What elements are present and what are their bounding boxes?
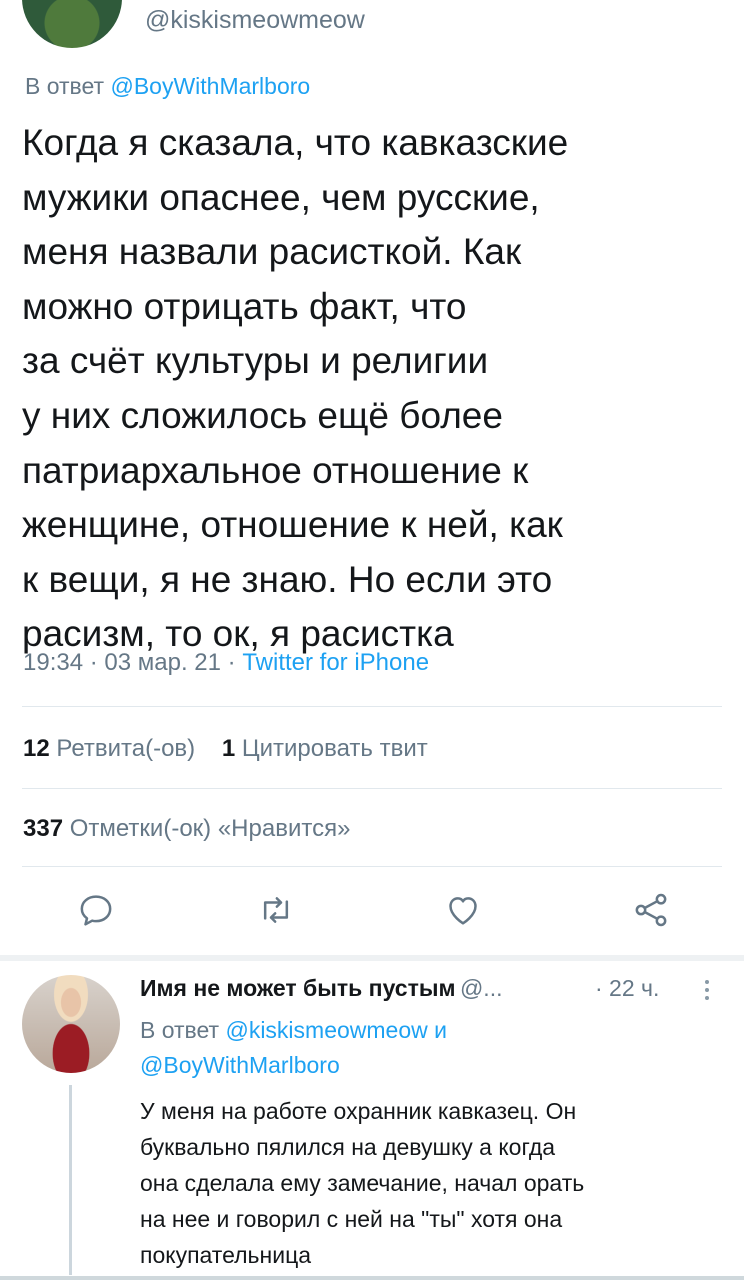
quotes-label: Цитировать твит bbox=[241, 735, 428, 762]
tweet-timestamp[interactable]: 19:34 · 03 мар. 21 · bbox=[23, 649, 236, 676]
retweets-stat[interactable]: 12 Ретвита(-ов) bbox=[23, 735, 195, 762]
reply-to-handle-link[interactable]: @kiskismeowmeow bbox=[225, 1017, 427, 1043]
author-avatar[interactable] bbox=[22, 0, 122, 48]
reply-to-prefix: В ответ bbox=[140, 1017, 220, 1043]
retweet-icon[interactable] bbox=[256, 890, 296, 930]
bottom-edge bbox=[0, 1276, 744, 1280]
likes-stats[interactable]: 337 Отметки(-ок) «Нравится» bbox=[23, 815, 350, 843]
reply-author-handle[interactable]: @... bbox=[460, 975, 503, 1001]
retweet-quote-stats: 12 Ретвита(-ов) 1 Цитировать твит bbox=[23, 735, 428, 763]
reply-author-avatar[interactable] bbox=[22, 975, 120, 1073]
divider bbox=[22, 788, 722, 789]
reply-icon[interactable] bbox=[76, 890, 116, 930]
reply-reply-to-line: В ответ @kiskismeowmeow и @BoyWithMarlbo… bbox=[140, 1013, 720, 1083]
tweet-actions-bar bbox=[0, 880, 744, 940]
author-handle[interactable]: @kiskismeowmeow bbox=[145, 6, 365, 35]
reply-to-prefix: В ответ bbox=[25, 73, 105, 99]
reply-author-name[interactable]: Имя не может быть пустым bbox=[140, 975, 456, 1001]
tweet-meta: 19:34 · 03 мар. 21 · Twitter for iPhone bbox=[23, 649, 429, 677]
retweets-label: Ретвита(-ов) bbox=[56, 735, 196, 762]
reply-header: Имя не может быть пустым @... · 22 ч. bbox=[140, 975, 730, 1007]
tweet-source-link[interactable]: Twitter for iPhone bbox=[242, 649, 429, 676]
quotes-count: 1 bbox=[221, 735, 236, 762]
reply-time[interactable]: · 22 ч. bbox=[595, 975, 659, 1002]
reply-to-handle-link[interactable]: @BoyWithMarlboro bbox=[110, 73, 310, 99]
section-separator bbox=[0, 955, 744, 961]
likes-count: 337 bbox=[23, 815, 64, 842]
quotes-stat[interactable]: 1 Цитировать твит bbox=[222, 735, 428, 762]
reply-text: У меня на работе охранник кавказец. Он б… bbox=[140, 1098, 585, 1268]
tweet-text: Когда я сказала, что кавказские мужики о… bbox=[22, 122, 569, 655]
reply-to-handle-link[interactable]: @BoyWithMarlboro bbox=[140, 1052, 340, 1078]
like-icon[interactable] bbox=[443, 890, 483, 930]
thread-line bbox=[69, 1085, 72, 1275]
divider bbox=[22, 866, 722, 867]
share-icon[interactable] bbox=[631, 890, 671, 930]
divider bbox=[22, 706, 722, 707]
reply-to-line: В ответ @BoyWithMarlboro bbox=[25, 73, 310, 100]
retweets-count: 12 bbox=[23, 735, 50, 762]
likes-label: Отметки(-ок) «Нравится» bbox=[69, 815, 351, 842]
more-options-icon[interactable] bbox=[700, 977, 714, 1003]
reply-to-and: и bbox=[434, 1017, 447, 1043]
